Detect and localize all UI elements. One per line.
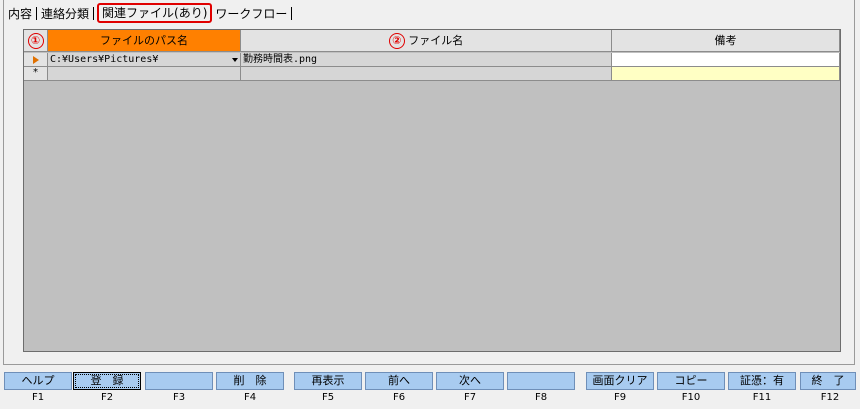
function-key-bar: ヘルプ 登 録 削 除 再表示 前へ 次へ 画面クリア コピー 証憑：有 終 了… <box>0 372 860 409</box>
f3-button[interactable] <box>145 372 213 390</box>
help-button[interactable]: ヘルプ <box>4 372 72 390</box>
annotation-marker-2: ② <box>388 33 405 49</box>
path-cell[interactable] <box>48 67 241 81</box>
fkey-label-f2: F2 <box>100 392 114 403</box>
tab-divider <box>291 6 293 20</box>
tab-related-files[interactable]: 関連ファイル(あり) <box>97 3 213 23</box>
row-selector[interactable] <box>24 53 48 67</box>
new-row[interactable]: * <box>24 67 840 81</box>
dropdown-arrow-icon[interactable] <box>232 58 238 62</box>
column-header-label: ファイルのパス名 <box>100 34 188 47</box>
fkey-label-f6: F6 <box>392 392 406 403</box>
fkey-label-f3: F3 <box>172 392 186 403</box>
filename-cell[interactable] <box>241 67 612 81</box>
refresh-button[interactable]: 再表示 <box>294 372 362 390</box>
note-cell[interactable] <box>612 53 840 67</box>
filename-value: 勤務時間表.png <box>243 54 318 65</box>
exit-button[interactable]: 終 了 <box>800 372 856 390</box>
note-cell[interactable] <box>612 67 840 81</box>
annotation-marker-1: ① <box>27 33 44 49</box>
tab-contact-category[interactable]: 連絡分類 <box>39 5 91 22</box>
new-row-asterisk-icon: * <box>32 67 39 78</box>
fkey-label-f10: F10 <box>681 392 701 403</box>
new-row-selector[interactable]: * <box>24 67 48 81</box>
column-header-note[interactable]: 備考 <box>612 30 840 52</box>
tab-strip: 内容 連絡分類 関連ファイル(あり) ワークフロー <box>6 3 294 23</box>
path-cell[interactable]: C:¥Users¥Pictures¥ <box>48 53 241 67</box>
column-header-label: ファイル名 <box>408 34 464 47</box>
copy-button[interactable]: コピー <box>657 372 725 390</box>
tab-divider <box>36 6 38 20</box>
fkey-label-f9: F9 <box>613 392 627 403</box>
fkey-label-f1: F1 <box>31 392 45 403</box>
fkey-label-f7: F7 <box>463 392 477 403</box>
column-header-label: 備考 <box>714 34 737 47</box>
clear-screen-button[interactable]: 画面クリア <box>586 372 654 390</box>
related-files-grid[interactable]: ① ファイルのパス名 ② ファイル名 備考 C:¥Users¥Pictures¥… <box>23 29 841 352</box>
grid-header: ① ファイルのパス名 ② ファイル名 備考 <box>24 30 840 52</box>
tab-divider <box>93 6 95 20</box>
path-value: C:¥Users¥Pictures¥ <box>50 54 159 65</box>
tab-content[interactable]: 内容 <box>6 5 34 22</box>
prev-button[interactable]: 前へ <box>365 372 433 390</box>
fkey-label-f8: F8 <box>534 392 548 403</box>
f8-button[interactable] <box>507 372 575 390</box>
filename-cell[interactable]: 勤務時間表.png <box>241 53 612 67</box>
delete-button[interactable]: 削 除 <box>216 372 284 390</box>
tab-workflow[interactable]: ワークフロー <box>213 5 289 22</box>
fkey-label-f4: F4 <box>243 392 257 403</box>
register-button[interactable]: 登 録 <box>73 372 141 390</box>
fkey-label-f5: F5 <box>321 392 335 403</box>
row-selector-header: ① <box>24 30 48 52</box>
table-row[interactable]: C:¥Users¥Pictures¥ 勤務時間表.png <box>24 53 840 67</box>
fkey-label-f12: F12 <box>820 392 840 403</box>
column-header-path[interactable]: ファイルのパス名 <box>48 30 241 52</box>
current-row-arrow-icon <box>32 56 39 64</box>
fkey-label-f11: F11 <box>752 392 772 403</box>
column-header-filename[interactable]: ② ファイル名 <box>241 30 612 52</box>
next-button[interactable]: 次へ <box>436 372 504 390</box>
voucher-button[interactable]: 証憑：有 <box>728 372 796 390</box>
